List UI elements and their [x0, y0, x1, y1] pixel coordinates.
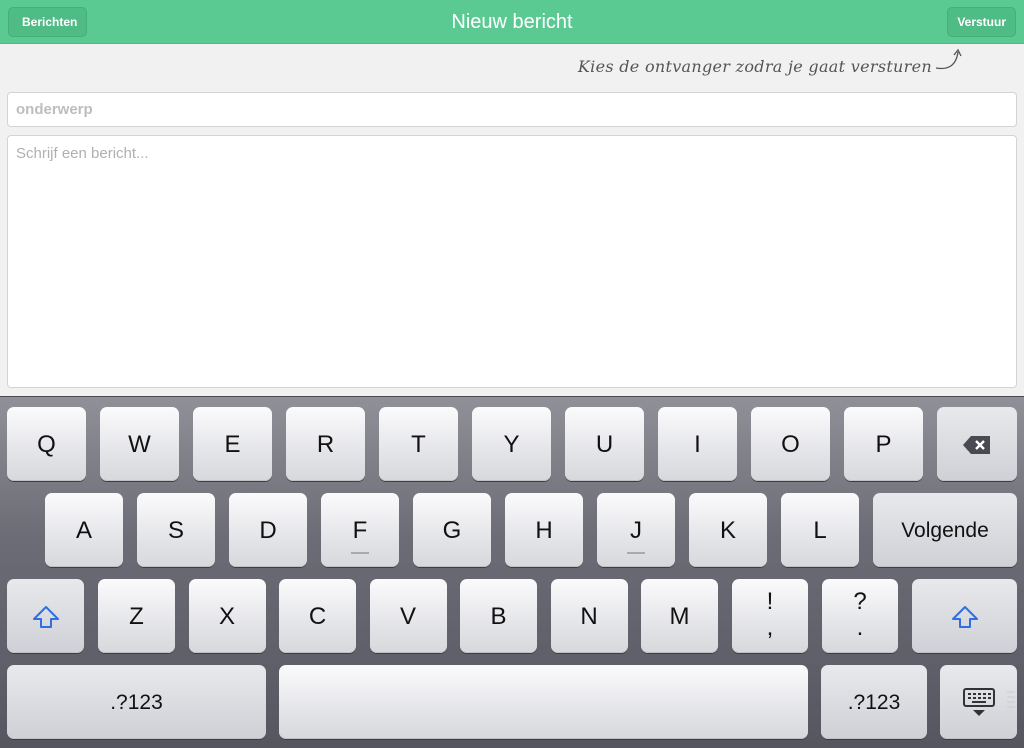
- numbers-key-left[interactable]: .?123: [7, 665, 266, 739]
- shift-icon: [951, 606, 978, 629]
- key-g[interactable]: G: [413, 493, 491, 567]
- key-accent-marker: [351, 552, 369, 554]
- key-accent-marker: [627, 552, 645, 554]
- key-o[interactable]: O: [751, 407, 830, 481]
- numbers-key-right[interactable]: .?123: [821, 665, 927, 739]
- key-m[interactable]: M: [641, 579, 718, 653]
- next-key[interactable]: Volgende: [873, 493, 1017, 567]
- key-question-period[interactable]: ?.: [822, 579, 898, 653]
- navigation-bar: Nieuw bericht Berichten Verstuur: [0, 0, 1024, 44]
- back-button-label: Berichten: [22, 15, 78, 29]
- back-button[interactable]: Berichten: [8, 7, 88, 37]
- key-b[interactable]: B: [460, 579, 537, 653]
- key-k[interactable]: K: [689, 493, 767, 567]
- send-button[interactable]: Verstuur: [947, 7, 1016, 37]
- recipient-hint: Kies de ontvanger zodra je gaat versture…: [577, 57, 932, 76]
- key-r[interactable]: R: [286, 407, 365, 481]
- key-j[interactable]: J: [597, 493, 675, 567]
- key-s[interactable]: S: [137, 493, 215, 567]
- key-t[interactable]: T: [379, 407, 458, 481]
- key-y[interactable]: Y: [472, 407, 551, 481]
- key-h[interactable]: H: [505, 493, 583, 567]
- key-c[interactable]: C: [279, 579, 356, 653]
- onscreen-keyboard: Q W E R T Y U I O P A S D F G H J K L Volgende Z X C V B N M!,?..?…: [0, 396, 1024, 748]
- shift-key-right[interactable]: [912, 579, 1017, 653]
- key-i[interactable]: I: [658, 407, 737, 481]
- backspace-icon: [963, 436, 990, 455]
- delete-key[interactable]: [937, 407, 1017, 481]
- key-exclamation-comma[interactable]: !,: [732, 579, 808, 653]
- key-l[interactable]: L: [781, 493, 859, 567]
- key-q[interactable]: Q: [7, 407, 86, 481]
- key-x[interactable]: X: [188, 579, 266, 653]
- key-f[interactable]: F: [321, 493, 399, 567]
- key-w[interactable]: W: [100, 407, 179, 481]
- key-u[interactable]: U: [565, 407, 644, 481]
- keyboard-grip-icon[interactable]: [1006, 689, 1016, 711]
- space-key[interactable]: [279, 665, 808, 739]
- shift-key-left[interactable]: [7, 579, 84, 653]
- keyboard-dismiss-icon: [962, 688, 995, 717]
- key-z[interactable]: Z: [98, 579, 175, 653]
- key-p[interactable]: P: [844, 407, 923, 481]
- subject-input[interactable]: onderwerp: [7, 92, 1017, 127]
- key-v[interactable]: V: [369, 579, 447, 653]
- message-input[interactable]: Schrijf een bericht...: [7, 135, 1017, 388]
- page-title: Nieuw bericht: [451, 11, 573, 33]
- key-d[interactable]: D: [229, 493, 307, 567]
- shift-icon: [32, 606, 59, 629]
- key-e[interactable]: E: [193, 407, 272, 481]
- hint-arrow-icon: [935, 48, 962, 70]
- key-a[interactable]: A: [45, 493, 123, 567]
- key-n[interactable]: N: [550, 579, 628, 653]
